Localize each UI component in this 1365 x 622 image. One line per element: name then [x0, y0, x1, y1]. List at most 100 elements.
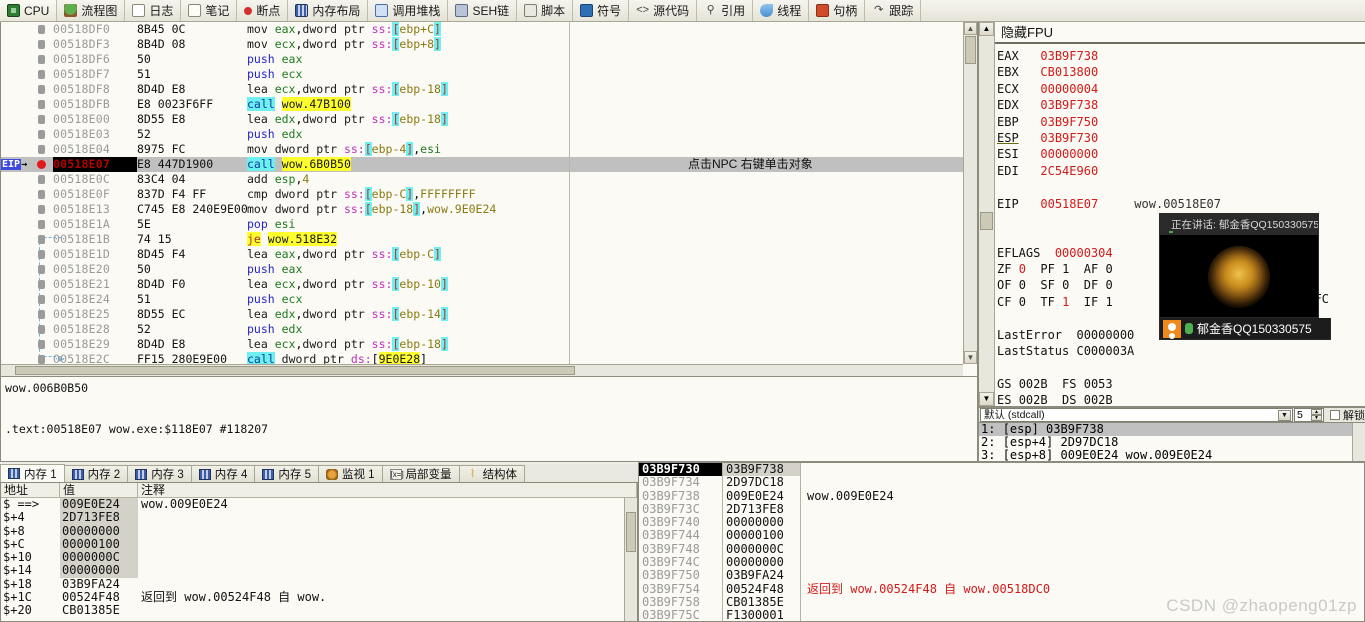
breakpoint-cell[interactable] [31, 142, 53, 157]
disassembly-hscrollbar[interactable] [1, 364, 963, 376]
disassembly-row[interactable]: 00518E1A 5E pop esi [1, 217, 963, 232]
segment-value[interactable]: 002B [1019, 393, 1048, 406]
qq-user-bar[interactable]: 郁金香QQ150330575 [1159, 318, 1331, 340]
dump-scroll-thumb[interactable] [626, 512, 636, 552]
stack-row[interactable]: 03B9F748 0000000C [639, 542, 1364, 557]
bottom-tab-结构体[interactable]: ⌇ 结构体 [458, 465, 526, 482]
disassembly-row[interactable]: 00518E1D 8D45 F4 lea eax,dword ptr ss:[ebp… [1, 247, 963, 262]
breakpoint-cell[interactable] [31, 187, 53, 202]
laststatus-row[interactable]: LastStatus C000003A [997, 343, 1363, 359]
calling-convention-select[interactable]: 默认 (stdcall) ▼ [980, 408, 1293, 422]
toolbar-item-源代码[interactable]: <> 源代码 [629, 0, 698, 21]
disassembly-row[interactable]: 00518E28 52 push edx [1, 322, 963, 337]
register-spacer[interactable] [997, 359, 1363, 375]
registers-scroll-thumb[interactable] [980, 212, 993, 230]
bookmark-icon[interactable] [38, 130, 45, 139]
toolbar-item-跟踪[interactable]: ↷ 跟踪 [865, 0, 922, 21]
stack-row[interactable]: 03B9F730 03B9F738 [639, 463, 1364, 477]
registers-scroll-up[interactable]: ▲ [979, 22, 994, 36]
dump-rows[interactable]: $ ==> 009E0E24 wow.009E0E24 $+4 2D713FE8 $+8 0… [1, 497, 637, 618]
dump-column-headers[interactable]: 地址值注释 [1, 483, 637, 498]
flag-value[interactable]: 0 [1019, 278, 1026, 292]
register-value[interactable]: 00000000 [1040, 147, 1098, 161]
disassembly-row[interactable]: 00518E29 8D4D E8 lea ecx,dword ptr ss:[ebp… [1, 337, 963, 352]
flag-value[interactable]: 0 [1019, 295, 1026, 309]
hide-fpu-button[interactable]: 隐藏FPU [979, 22, 1365, 44]
segment-row[interactable]: GS 002B FS 0053 [997, 376, 1363, 392]
toolbar-item-SEH链[interactable]: SEH链 [448, 0, 518, 21]
disassembly-row[interactable]: 00518E2C FF15 280E9E00 call dword ptr ds:[… [1, 352, 963, 364]
disassembly-row[interactable]: 00518E0F 837D F4 FF cmp dword ptr ss:[ebp-… [1, 187, 963, 202]
scroll-down-button[interactable]: ▼ [964, 351, 977, 364]
qq-voice-overlay[interactable]: 正在讲话: 郁金香QQ150330575: [1159, 213, 1319, 318]
toolbar-item-内存布局[interactable]: 内存布局 [288, 0, 369, 21]
breakpoint-cell[interactable] [31, 97, 53, 112]
toolbar-item-线程[interactable]: 线程 [753, 0, 810, 21]
register-value[interactable]: 00518E07 [1040, 197, 1098, 211]
disassembly-row[interactable]: 00518E00 8D55 E8 lea edx,dword ptr ss:[ebp… [1, 112, 963, 127]
register-row-EBP[interactable]: EBP 03B9F750 [997, 114, 1363, 130]
register-row-ESI[interactable]: ESI 00000000 [997, 146, 1363, 162]
breakpoint-cell[interactable] [31, 247, 53, 262]
dump-row[interactable]: $+18 03B9FA24 [1, 577, 637, 591]
breakpoint-cell[interactable] [31, 337, 53, 352]
disassembly-row[interactable]: EIP→ 00518E07 E8 447D1900 call wow.6B0B50 点击… [1, 157, 963, 172]
breakpoint-icon[interactable] [37, 160, 46, 169]
stepper-down-icon[interactable]: ▼ [1311, 415, 1322, 421]
toolbar-item-断点[interactable]: 断点 [237, 0, 289, 21]
breakpoint-cell[interactable] [31, 307, 53, 322]
disassembly-row[interactable]: 00518E24 51 push ecx [1, 292, 963, 307]
bookmark-icon[interactable] [38, 235, 45, 244]
register-row-EAX[interactable]: EAX 03B9F738 [997, 48, 1363, 64]
disassembly-panel[interactable]: ▸ 00518DF0 8B45 0C mov eax,dword ptr ss:[e… [0, 22, 978, 377]
register-value[interactable]: 00000004 [1040, 82, 1098, 96]
dump-vscrollbar[interactable] [624, 498, 637, 621]
bookmark-icon[interactable] [38, 355, 45, 364]
hscroll-thumb[interactable] [15, 366, 575, 375]
segment-value[interactable]: 002B [1084, 393, 1113, 406]
bookmark-icon[interactable] [38, 265, 45, 274]
stack-row[interactable]: 03B9F744 00000100 [639, 529, 1364, 543]
breakpoint-cell[interactable] [31, 67, 53, 82]
scroll-thumb[interactable] [965, 36, 976, 64]
toolbar-item-流程图[interactable]: 流程图 [57, 0, 126, 21]
toolbar-item-符号[interactable]: 符号 [573, 0, 630, 21]
chevron-down-icon[interactable]: ▼ [1278, 410, 1291, 421]
bookmark-icon[interactable] [38, 250, 45, 259]
calling-convention-bar[interactable]: 默认 (stdcall) ▼ 5 ▲ ▼ 解锁 [978, 407, 1365, 423]
bookmark-icon[interactable] [38, 205, 45, 214]
dump-row[interactable]: $ ==> 009E0E24 wow.009E0E24 [1, 497, 637, 512]
register-row-ESP[interactable]: ESP 03B9F730 [997, 130, 1363, 146]
breakpoint-cell[interactable] [31, 232, 53, 247]
bookmark-icon[interactable] [38, 145, 45, 154]
disassembly-row[interactable]: 00518DF3 8B4D 08 mov ecx,dword ptr ss:[ebp… [1, 37, 963, 52]
breakpoint-cell[interactable] [31, 217, 53, 232]
breakpoint-cell[interactable] [31, 172, 53, 187]
bookmark-icon[interactable] [38, 70, 45, 79]
bottom-tab-内存 1[interactable]: 内存 1 [0, 464, 65, 482]
bottom-tab-监视 1[interactable]: 监视 1 [317, 465, 383, 482]
bookmark-icon[interactable] [38, 25, 45, 34]
bookmark-icon[interactable] [38, 40, 45, 49]
segment-row[interactable]: ES 002B DS 002B [997, 392, 1363, 406]
disassembly-row[interactable]: 00518E21 8D4D F0 lea ecx,dword ptr ss:[ebp… [1, 277, 963, 292]
breakpoint-cell[interactable] [31, 112, 53, 127]
breakpoint-cell[interactable] [31, 262, 53, 277]
flag-value[interactable]: 0 [1105, 278, 1112, 292]
bottom-tab-内存 3[interactable]: 内存 3 [127, 465, 192, 482]
dump-row[interactable]: $+14 00000000 [1, 564, 637, 578]
breakpoint-cell[interactable] [31, 277, 53, 292]
toolbar-item-调用堆栈[interactable]: 调用堆栈 [368, 0, 449, 21]
bookmark-icon[interactable] [38, 280, 45, 289]
disassembly-row[interactable]: 00518E13 C745 E8 240E9E00 mov dword ptr ss… [1, 202, 963, 217]
bookmark-icon[interactable] [38, 295, 45, 304]
bookmark-icon[interactable] [38, 115, 45, 124]
toolbar-item-日志[interactable]: 日志 [125, 0, 182, 21]
dump-row[interactable]: $+20 CB01385E [1, 604, 637, 618]
disassembly-row[interactable]: 00518DF0 8B45 0C mov eax,dword ptr ss:[ebp… [1, 22, 963, 37]
breakpoint-cell[interactable] [31, 52, 53, 67]
unlock-checkbox[interactable] [1330, 410, 1340, 420]
argument-row[interactable]: 3: [esp+8] 009E0E24 wow.009E0E24 [979, 449, 1365, 462]
registers-scroll-down[interactable]: ▼ [979, 392, 994, 406]
toolbar-item-CPU[interactable]: CPU [0, 0, 58, 21]
